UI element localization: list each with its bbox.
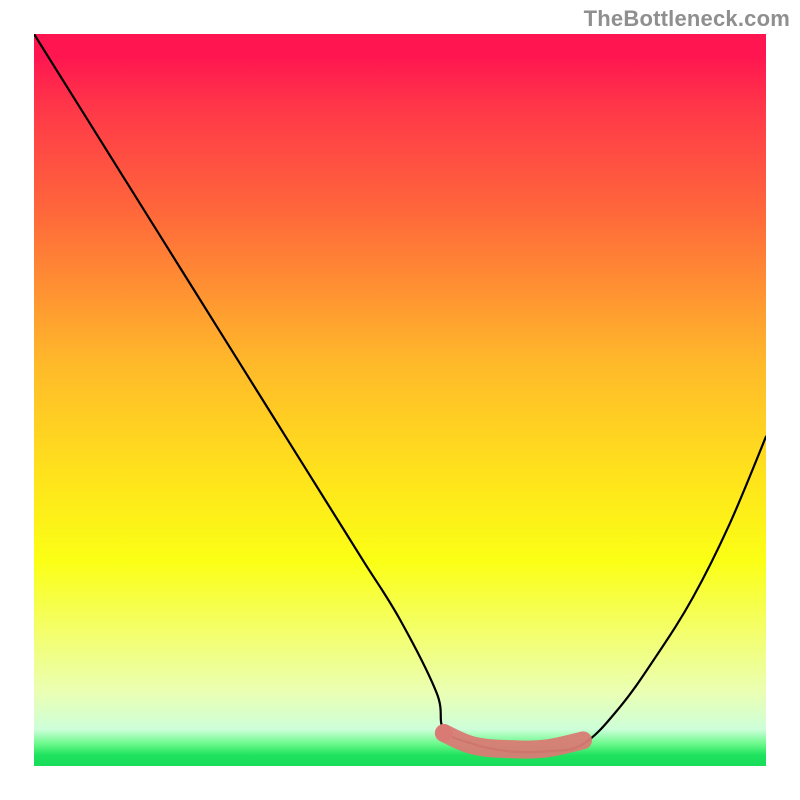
highlight-segment <box>444 733 583 750</box>
curve-line <box>34 34 766 752</box>
highlight-start-dot <box>435 724 453 742</box>
chart-container: TheBottleneck.com <box>0 0 800 800</box>
watermark-text: TheBottleneck.com <box>584 6 790 32</box>
curve-group <box>34 34 766 752</box>
chart-svg <box>34 34 766 766</box>
plot-area <box>34 34 766 766</box>
highlight-group <box>435 724 583 750</box>
